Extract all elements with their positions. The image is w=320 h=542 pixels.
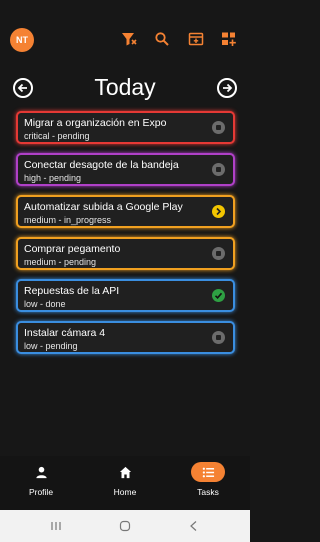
nav-home-label: Home	[113, 487, 137, 497]
task-meta: high - pending	[24, 173, 82, 183]
task-card[interactable]: Repuestas de la API low - done	[16, 279, 235, 312]
next-day-button[interactable]	[217, 78, 237, 98]
nav-profile-icon-wrap	[24, 462, 58, 482]
search-icon[interactable]	[153, 30, 171, 48]
system-navigation-bar	[0, 510, 250, 542]
calendar-add-icon[interactable]	[187, 30, 205, 48]
task-card[interactable]: Automatizar subida a Google Play medium …	[16, 195, 235, 228]
task-card[interactable]: Conectar desagote de la bandeja high - p…	[16, 153, 235, 186]
nav-tasks-label: Tasks	[197, 487, 219, 497]
home-button-icon[interactable]	[117, 518, 133, 534]
task-title: Automatizar subida a Google Play	[24, 201, 183, 213]
back-icon[interactable]	[186, 518, 202, 534]
status-pending-icon[interactable]	[212, 163, 225, 176]
status-pending-icon[interactable]	[212, 247, 225, 260]
status-bar	[0, 0, 250, 22]
task-meta: low - pending	[24, 341, 78, 351]
task-title: Repuestas de la API	[24, 285, 120, 297]
nav-tasks-icon-wrap	[191, 462, 225, 482]
filter-clear-icon[interactable]	[120, 30, 138, 48]
day-header: Today	[0, 70, 250, 104]
list-icon	[202, 467, 214, 477]
task-meta: medium - pending	[24, 257, 97, 267]
arrow-right-icon	[223, 83, 233, 93]
page-title: Today	[94, 74, 156, 100]
avatar[interactable]: NT	[10, 28, 34, 52]
nav-home-icon-wrap	[108, 462, 142, 482]
nav-home[interactable]: Home	[95, 462, 155, 497]
task-card[interactable]: Instalar cámara 4 low - pending	[16, 321, 235, 354]
status-done-icon[interactable]	[212, 289, 225, 302]
bottom-navigation: Profile Home Tasks	[0, 456, 250, 510]
status-pending-icon[interactable]	[212, 121, 225, 134]
task-list: Migrar a organización en Expo critical -…	[16, 111, 235, 363]
nav-profile-label: Profile	[28, 487, 54, 497]
status-in-progress-icon[interactable]	[212, 205, 225, 218]
recent-apps-icon[interactable]	[48, 518, 64, 534]
status-pending-icon[interactable]	[212, 331, 225, 344]
home-icon	[119, 466, 131, 478]
task-card[interactable]: Comprar pegamento medium - pending	[16, 237, 235, 270]
task-meta: low - done	[24, 299, 66, 309]
task-title: Conectar desagote de la bandeja	[24, 159, 179, 171]
task-title: Migrar a organización en Expo	[24, 117, 167, 129]
nav-tasks[interactable]: Tasks	[178, 462, 238, 497]
playlist-add-icon[interactable]	[220, 30, 238, 48]
task-meta: medium - in_progress	[24, 215, 112, 225]
task-title: Comprar pegamento	[24, 243, 121, 255]
app-bar: NT	[0, 22, 250, 58]
task-card[interactable]: Migrar a organización en Expo critical -…	[16, 111, 235, 144]
task-title: Instalar cámara 4	[24, 327, 106, 339]
person-icon	[35, 466, 47, 478]
nav-profile[interactable]: Profile	[11, 462, 71, 497]
task-meta: critical - pending	[24, 131, 90, 141]
